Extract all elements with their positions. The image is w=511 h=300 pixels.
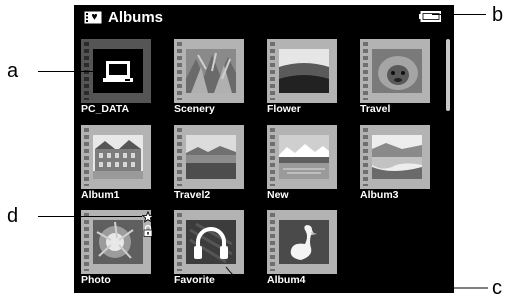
album-tile-photo[interactable]: Photo bbox=[81, 210, 155, 290]
album-label: New bbox=[267, 189, 289, 201]
title-bar: Albums bbox=[74, 5, 454, 31]
leader-line-c bbox=[225, 266, 488, 289]
album-tile-album1[interactable]: Album1 bbox=[81, 125, 155, 205]
album-frame bbox=[174, 39, 244, 103]
album-label: PC_DATA bbox=[81, 103, 130, 115]
album-frame bbox=[81, 210, 154, 274]
album-label: Flower bbox=[267, 103, 301, 115]
album-tile-scenery[interactable]: Scenery bbox=[174, 39, 248, 119]
album-tile-pc-data[interactable]: PC_DATA bbox=[81, 39, 155, 119]
albums-icon bbox=[84, 11, 102, 24]
leaves-photo bbox=[186, 49, 236, 93]
album-label: Album1 bbox=[81, 189, 120, 201]
leader-line-a bbox=[38, 71, 106, 72]
landscape-photo bbox=[186, 135, 236, 179]
page-title: Albums bbox=[108, 9, 164, 26]
flower-burst-photo bbox=[93, 220, 143, 264]
leader-line-b bbox=[432, 14, 486, 15]
album-tile-new[interactable]: New bbox=[267, 125, 341, 205]
leader-line-d bbox=[38, 216, 142, 217]
callout-b: b bbox=[492, 4, 504, 26]
album-frame bbox=[360, 39, 430, 103]
album-label: Travel2 bbox=[174, 189, 211, 201]
album-tile-travel2[interactable]: Travel2 bbox=[174, 125, 248, 205]
building-photo bbox=[93, 135, 143, 179]
headphones-icon bbox=[186, 220, 236, 264]
star-icon bbox=[142, 211, 154, 223]
lock-icon bbox=[143, 225, 153, 237]
swan-photo bbox=[279, 220, 329, 264]
album-frame bbox=[360, 125, 430, 189]
callout-d: d bbox=[7, 205, 19, 227]
monkey-photo bbox=[372, 49, 422, 93]
album-label: Photo bbox=[81, 274, 111, 286]
battery-icon bbox=[419, 11, 441, 22]
lake-photo bbox=[279, 135, 329, 179]
albums-screen: Albums PC_DATA Scenery Flower Travel Alb… bbox=[74, 5, 454, 293]
album-label: Travel bbox=[360, 103, 391, 115]
album-frame bbox=[267, 125, 337, 189]
album-label: Scenery bbox=[174, 103, 215, 115]
album-frame bbox=[174, 125, 244, 189]
flower-photo bbox=[279, 49, 329, 93]
callout-a: a bbox=[7, 60, 19, 82]
scrollbar[interactable] bbox=[446, 39, 450, 111]
album-tile-travel[interactable]: Travel bbox=[360, 39, 434, 119]
album-tile-album3[interactable]: Album3 bbox=[360, 125, 434, 205]
waterfall-photo bbox=[372, 135, 422, 179]
album-tile-flower[interactable]: Flower bbox=[267, 39, 341, 119]
album-label: Album3 bbox=[360, 189, 399, 201]
album-frame bbox=[81, 125, 151, 189]
callout-c: c bbox=[492, 277, 502, 299]
album-frame bbox=[267, 39, 337, 103]
